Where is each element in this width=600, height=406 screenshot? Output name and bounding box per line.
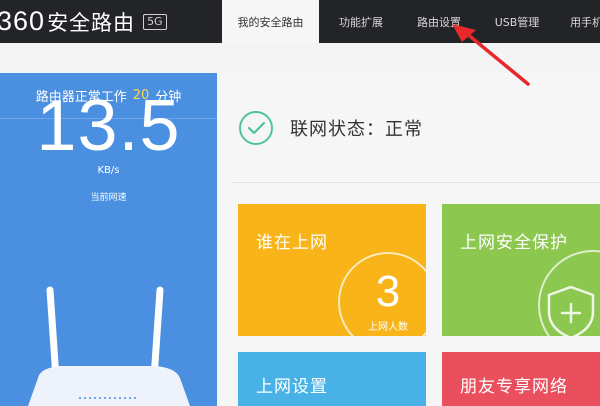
logo: 360 安全路由 5G <box>0 0 167 43</box>
logo-number: 360 <box>0 6 46 36</box>
tile-internet-settings-title: 上网设置 <box>256 377 328 397</box>
network-status: 联网状态：正常 <box>238 110 423 146</box>
current-speed-value: 13.5 <box>36 86 181 166</box>
tab-usb-management-label: USB管理 <box>494 15 540 29</box>
speed-unit: KB/s <box>97 165 120 176</box>
divider <box>232 182 600 183</box>
logo-badge-5g: 5G <box>143 13 167 30</box>
top-bar: 360 安全路由 5G 我的安全路由 功能扩展 路由设置 USB管理 用手机 <box>0 0 600 43</box>
tab-mobile[interactable]: 用手机 <box>560 0 600 43</box>
tab-my-router-label: 我的安全路由 <box>237 15 304 29</box>
online-count: 3 <box>375 267 401 316</box>
tab-mobile-label: 用手机 <box>570 15 600 29</box>
logo-text: 安全路由 <box>47 10 136 35</box>
tab-extensions-label: 功能扩展 <box>339 15 383 29</box>
tab-usb-management[interactable]: USB管理 <box>478 0 556 43</box>
tile-friend-network-title: 朋友专享网络 <box>460 377 568 397</box>
current-speed-label: 当前网速 <box>90 193 127 203</box>
tab-router-settings-label: 路由设置 <box>417 15 461 29</box>
tile-security-protection-title: 上网安全保护 <box>460 233 568 253</box>
router-icon <box>28 286 190 406</box>
online-count-label: 上网人数 <box>368 322 408 333</box>
tile-who-online[interactable]: 谁在上网 3 上网人数 <box>238 204 426 336</box>
tile-security-protection[interactable]: 上网安全保护 <box>442 204 600 336</box>
check-circle-icon <box>239 111 273 145</box>
tab-extensions[interactable]: 功能扩展 <box>322 0 400 43</box>
tile-internet-settings[interactable]: 上网设置 <box>238 352 426 406</box>
tab-my-router[interactable]: 我的安全路由 <box>222 0 319 43</box>
tab-router-settings[interactable]: 路由设置 <box>400 0 478 43</box>
shield-plus-icon <box>547 285 595 336</box>
tile-friend-network[interactable]: 朋友专享网络 <box>442 352 600 406</box>
tile-who-online-title: 谁在上网 <box>256 233 328 253</box>
network-status-text: 联网状态：正常 <box>290 119 423 140</box>
